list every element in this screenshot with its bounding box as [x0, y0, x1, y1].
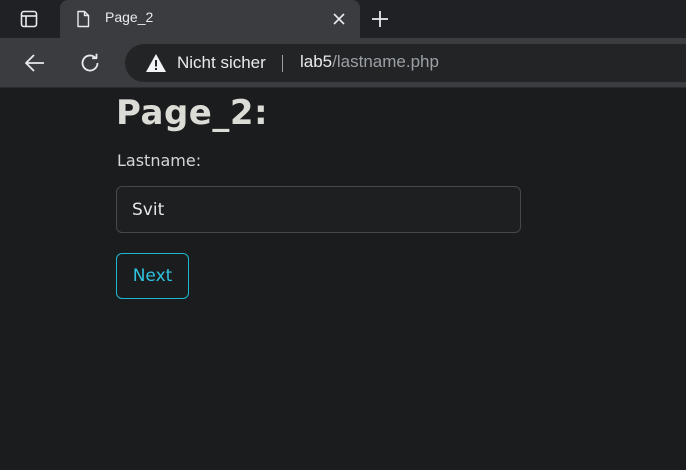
tab-close-button[interactable] — [330, 10, 348, 28]
tab-actions-button[interactable] — [10, 6, 48, 32]
warning-triangle-icon — [146, 54, 166, 72]
address-bar[interactable]: Nicht sicher lab5/lastname.php — [125, 44, 686, 82]
plus-icon — [372, 11, 388, 27]
tab-title: Page_2 — [105, 9, 154, 25]
page-content: Page_2: Lastname: Next — [0, 89, 686, 470]
tab-strip: Page_2 — [0, 0, 686, 38]
address-divider — [282, 55, 283, 72]
next-button[interactable]: Next — [116, 253, 189, 299]
tab-actions-icon — [20, 10, 38, 28]
page-title: Page_2: — [116, 93, 269, 133]
back-arrow-icon — [25, 54, 44, 72]
security-label: Nicht sicher — [177, 53, 266, 72]
url-path: /lastname.php — [332, 52, 439, 71]
new-tab-button[interactable] — [366, 6, 394, 32]
reload-icon — [81, 53, 99, 72]
close-icon — [333, 13, 345, 25]
browser-toolbar: Nicht sicher lab5/lastname.php — [0, 38, 686, 88]
reload-button[interactable] — [76, 49, 104, 77]
security-indicator[interactable]: Nicht sicher — [145, 51, 266, 75]
tab-page-2[interactable]: Page_2 — [60, 0, 360, 38]
url-host: lab5 — [300, 52, 333, 71]
lastname-input[interactable] — [116, 186, 521, 233]
page-icon — [77, 10, 90, 28]
back-button[interactable] — [21, 49, 49, 77]
url-text[interactable]: lab5/lastname.php — [300, 52, 439, 72]
lastname-label: Lastname: — [117, 151, 202, 170]
